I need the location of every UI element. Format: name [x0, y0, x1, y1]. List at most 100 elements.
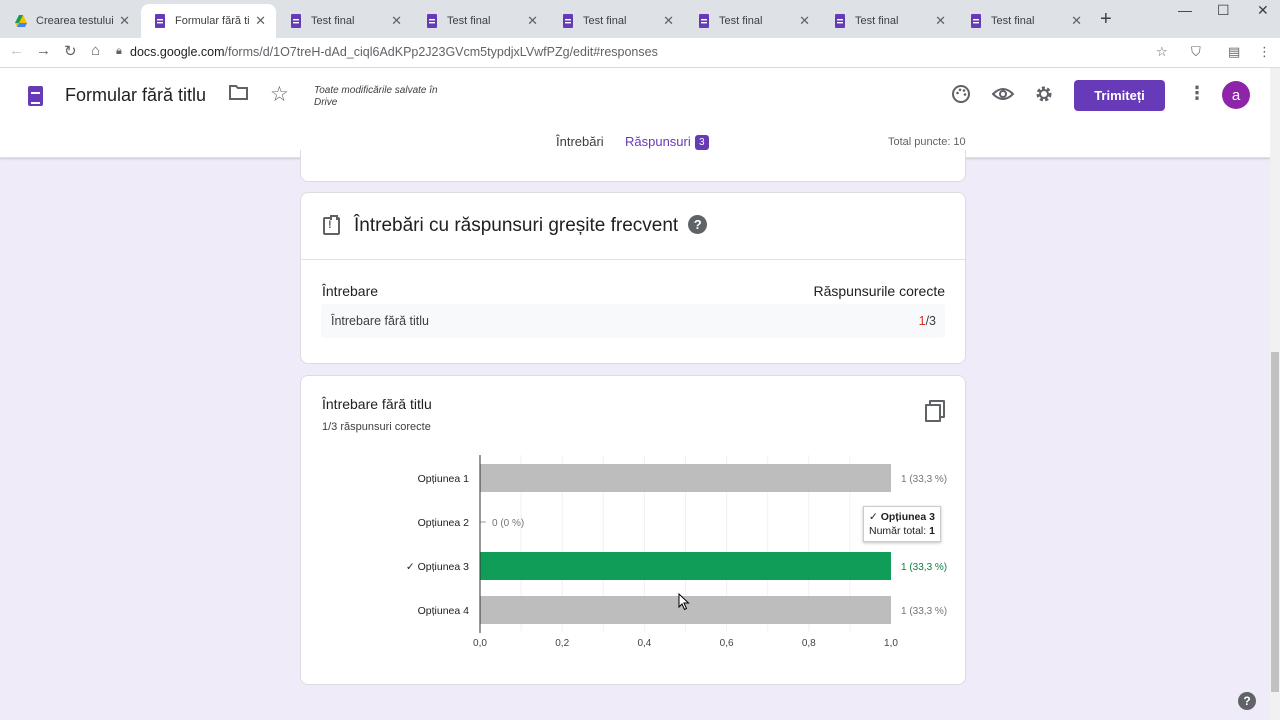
tab-responses-label: Răspunsuri [625, 134, 691, 149]
correct-score: 1/3 [919, 314, 936, 328]
send-button[interactable]: Trimiteți [1074, 80, 1165, 111]
google-forms-icon [835, 14, 845, 28]
close-icon[interactable]: ✕ [527, 13, 538, 29]
tooltip-total: Număr total: 1 [869, 524, 935, 538]
close-icon[interactable]: ✕ [391, 13, 402, 29]
x-tick-label: 0,2 [555, 638, 569, 649]
browser-tab[interactable]: Crearea testului - ✕ [2, 4, 140, 38]
google-forms-icon [155, 14, 165, 28]
minimize-icon[interactable]: — [1178, 2, 1192, 18]
browser-tab[interactable]: Test final ✕ [821, 4, 956, 38]
extension-icon[interactable]: ▤ [1228, 44, 1240, 60]
window-close-icon[interactable]: ✕ [1257, 2, 1269, 19]
reload-icon[interactable]: ↻ [64, 42, 77, 60]
url-host: docs.google.com [130, 45, 225, 59]
url-path: /forms/d/1O7treH-dAd_ciql6AdKPp2J23GVcm5… [224, 45, 658, 59]
google-forms-icon [971, 14, 981, 28]
address-bar: ← → ↻ ⌂ 🔒︎ docs.google.com/forms/d/1O7tr… [0, 38, 1280, 68]
browser-menu-icon[interactable]: ⋮ [1258, 44, 1271, 60]
settings-gear-icon[interactable] [1034, 84, 1054, 110]
bookmark-star-icon[interactable]: ☆ [1156, 44, 1168, 60]
column-header-question: Întrebare [322, 283, 379, 299]
x-tick-label: 0,6 [720, 638, 734, 649]
google-forms-icon [699, 14, 709, 28]
value-label: 0 (0 %) [492, 518, 524, 529]
tab-title: Formular fără titlu [175, 15, 250, 27]
value-label: 1 (33,3 %) [901, 606, 947, 617]
browser-tab[interactable]: Test final ✕ [277, 4, 412, 38]
x-tick-label: 0,8 [802, 638, 816, 649]
forms-header: Formular fără titlu ☆ Toate modificările… [0, 68, 1270, 158]
browser-tab-bar: Crearea testului - ✕ Formular fără titlu… [0, 0, 1280, 38]
mouse-cursor-icon [678, 593, 690, 611]
responses-count-badge: 3 [694, 135, 709, 150]
close-icon[interactable]: ✕ [799, 13, 810, 29]
frequent-wrong-title: Întrebări cu răspunsuri greșite frecvent… [354, 215, 708, 237]
copy-chart-icon[interactable] [925, 400, 945, 422]
question-name: Întrebare fără titlu [331, 314, 429, 328]
tab-title: Test final [991, 15, 1035, 27]
google-forms-icon [563, 14, 573, 28]
column-header-correct: Răspunsurile corecte [813, 283, 945, 299]
browser-tab[interactable]: Test final ✕ [413, 4, 548, 38]
bar-chart: Opțiunea 1 1 (33,3 %) Opțiunea 2 0 (0 %) ✓ O… [406, 455, 947, 649]
frequent-wrong-card: Întrebări cu răspunsuri greșite frecvent… [300, 192, 966, 364]
value-label: 1 (33,3 %) [901, 562, 947, 573]
category-label: ✓ Opțiunea 3 [406, 561, 469, 573]
correct-answers-summary: 1/3 răspunsuri corecte [322, 421, 431, 433]
more-options-icon[interactable]: ⋮ [1188, 83, 1206, 104]
correct-count: 1 [918, 314, 926, 328]
star-icon[interactable]: ☆ [270, 82, 289, 107]
avatar[interactable]: a [1222, 81, 1250, 109]
form-title[interactable]: Formular fără titlu [65, 85, 206, 106]
close-icon[interactable]: ✕ [119, 13, 130, 29]
total-count: /3 [925, 314, 936, 328]
category-label: Opțiunea 1 [418, 473, 470, 485]
google-forms-icon [291, 14, 301, 28]
browser-tab[interactable]: Test final ✕ [549, 4, 684, 38]
preview-eye-icon[interactable] [991, 84, 1015, 110]
x-tick-label: 1,0 [884, 638, 898, 649]
help-icon[interactable]: ? [1238, 692, 1256, 710]
url-field[interactable]: docs.google.com/forms/d/1O7treH-dAd_ciql… [130, 45, 658, 59]
close-icon[interactable]: ✕ [255, 13, 266, 29]
browser-tab[interactable]: Test final ✕ [957, 4, 1092, 38]
total-points: Total puncte: 10 [888, 136, 966, 148]
browser-tab[interactable]: Test final ✕ [685, 4, 820, 38]
scrollbar-thumb[interactable] [1271, 352, 1279, 692]
tab-title: Test final [447, 15, 491, 27]
tab-title: Test final [311, 15, 355, 27]
chart-tooltip: ✓ Opțiunea 3 Număr total: 1 [863, 506, 941, 542]
tab-responses[interactable]: Răspunsuri 3 [625, 134, 709, 150]
home-icon[interactable]: ⌂ [91, 42, 100, 59]
tab-questions[interactable]: Întrebări [556, 134, 604, 149]
tab-title: Crearea testului - [36, 15, 114, 27]
close-icon[interactable]: ✕ [1071, 13, 1082, 29]
google-forms-logo-icon[interactable] [28, 86, 43, 106]
clipboard-alert-icon [323, 215, 340, 235]
close-icon[interactable]: ✕ [663, 13, 674, 29]
google-drive-icon [15, 15, 27, 27]
x-tick-label: 0,0 [473, 638, 487, 649]
back-icon[interactable]: ← [9, 42, 24, 59]
help-icon[interactable]: ? [688, 215, 708, 234]
frequent-wrong-title-text: Întrebări cu răspunsuri greșite frecvent [354, 215, 679, 236]
folder-icon[interactable] [229, 84, 248, 106]
question-title: Întrebare fără titlu [322, 396, 432, 412]
extension-icon[interactable]: ⛉ [1191, 44, 1201, 60]
new-tab-button[interactable]: + [1100, 9, 1112, 29]
browser-tab-active[interactable]: Formular fără titlu ✕ [141, 4, 276, 38]
tooltip-total-value: 1 [929, 525, 935, 537]
bar [480, 552, 891, 580]
lock-icon[interactable]: 🔒︎ [116, 45, 122, 58]
summary-card-partial [300, 150, 966, 182]
forward-icon[interactable]: → [36, 42, 51, 59]
tab-title: Test final [719, 15, 763, 27]
close-icon[interactable]: ✕ [935, 13, 946, 29]
bar [480, 464, 891, 492]
divider [301, 259, 965, 260]
maximize-icon[interactable]: ☐ [1217, 2, 1230, 19]
palette-icon[interactable] [951, 84, 971, 110]
tab-title: Test final [855, 15, 899, 27]
table-row[interactable]: Întrebare fără titlu 1/3 [321, 304, 945, 338]
